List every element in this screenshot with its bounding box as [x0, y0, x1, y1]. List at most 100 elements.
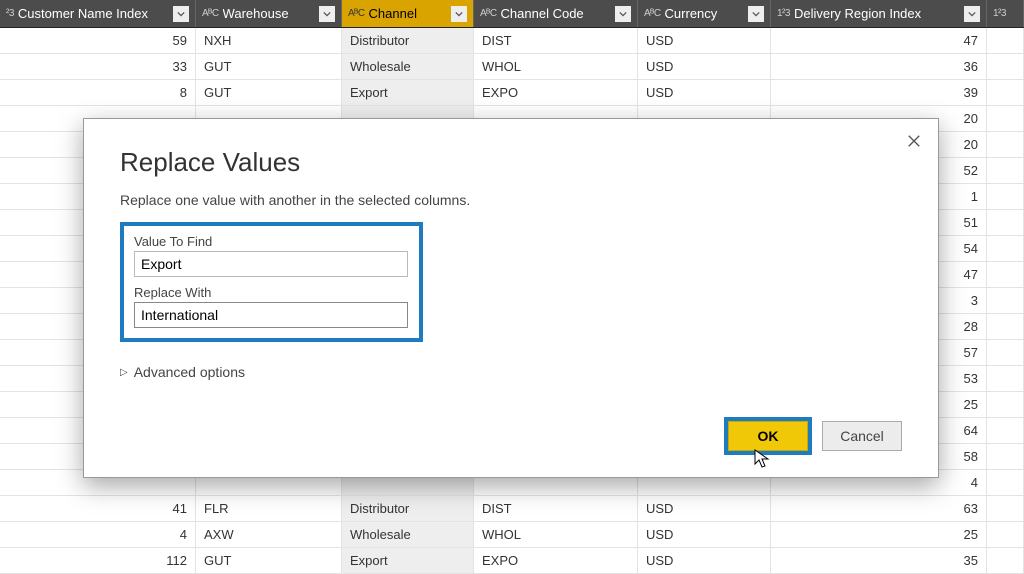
table-row[interactable]: 112GUTExportEXPOUSD35	[0, 548, 1024, 574]
table-cell[interactable]: Distributor	[342, 496, 474, 521]
table-cell[interactable]: 25	[771, 522, 987, 547]
ok-button[interactable]: OK	[728, 421, 808, 451]
table-cell[interactable]: USD	[638, 54, 771, 79]
column-header[interactable]: ²3 Customer Name Index	[0, 0, 196, 27]
table-row[interactable]: 8GUTExportEXPOUSD39	[0, 80, 1024, 106]
caret-right-icon: ▷	[120, 367, 128, 378]
column-label: Warehouse	[223, 6, 315, 21]
column-filter-icon[interactable]	[964, 6, 980, 22]
table-cell[interactable]	[987, 314, 1024, 339]
datatype-icon: AᴮC	[644, 8, 661, 19]
table-cell[interactable]: Distributor	[342, 28, 474, 53]
column-label: Currency	[665, 6, 744, 21]
table-cell[interactable]: Wholesale	[342, 54, 474, 79]
column-header[interactable]: 1²3	[987, 0, 1024, 27]
table-cell[interactable]	[987, 444, 1024, 469]
table-cell[interactable]: 41	[0, 496, 196, 521]
table-cell[interactable]: EXPO	[474, 80, 638, 105]
table-cell[interactable]: EXPO	[474, 548, 638, 573]
table-cell[interactable]: WHOL	[474, 522, 638, 547]
table-cell[interactable]	[987, 132, 1024, 157]
table-cell[interactable]: 4	[0, 522, 196, 547]
table-cell[interactable]: 47	[771, 28, 987, 53]
replace-values-dialog: Replace Values Replace one value with an…	[83, 118, 939, 478]
table-cell[interactable]	[987, 28, 1024, 53]
cancel-button[interactable]: Cancel	[822, 421, 902, 451]
dialog-footer: OK Cancel	[724, 417, 902, 455]
replace-with-label: Replace With	[134, 285, 409, 300]
table-cell[interactable]: GUT	[196, 80, 342, 105]
table-cell[interactable]: USD	[638, 548, 771, 573]
close-icon[interactable]	[900, 127, 928, 155]
table-cell[interactable]	[987, 470, 1024, 495]
column-label: Channel	[369, 6, 447, 21]
value-to-find-input[interactable]	[134, 251, 408, 277]
table-cell[interactable]: 36	[771, 54, 987, 79]
column-header-row: ²3Customer Name IndexAᴮCWarehouseAᴮCChan…	[0, 0, 1024, 28]
column-label: Customer Name Index	[18, 6, 169, 21]
column-filter-icon[interactable]	[615, 6, 631, 22]
table-cell[interactable]: AXW	[196, 522, 342, 547]
column-filter-icon[interactable]	[173, 6, 189, 22]
table-cell[interactable]: 8	[0, 80, 196, 105]
table-cell[interactable]: DIST	[474, 496, 638, 521]
ok-button-highlight: OK	[724, 417, 812, 455]
table-cell[interactable]: 112	[0, 548, 196, 573]
table-cell[interactable]: USD	[638, 522, 771, 547]
table-cell[interactable]	[987, 210, 1024, 235]
column-filter-icon[interactable]	[451, 6, 467, 22]
table-cell[interactable]	[987, 54, 1024, 79]
table-cell[interactable]	[987, 418, 1024, 443]
datatype-icon: 1²3	[777, 8, 790, 19]
table-cell[interactable]	[987, 522, 1024, 547]
column-filter-icon[interactable]	[319, 6, 335, 22]
table-cell[interactable]	[987, 496, 1024, 521]
column-header[interactable]: 1²3 Delivery Region Index	[771, 0, 987, 27]
column-filter-icon[interactable]	[748, 6, 764, 22]
table-cell[interactable]	[987, 548, 1024, 573]
replace-with-input[interactable]	[134, 302, 408, 328]
table-row[interactable]: 4AXWWholesaleWHOLUSD25	[0, 522, 1024, 548]
table-cell[interactable]	[987, 184, 1024, 209]
table-cell[interactable]: FLR	[196, 496, 342, 521]
table-cell[interactable]	[987, 236, 1024, 261]
table-cell[interactable]	[987, 392, 1024, 417]
table-cell[interactable]: 35	[771, 548, 987, 573]
table-cell[interactable]: USD	[638, 28, 771, 53]
table-cell[interactable]: 63	[771, 496, 987, 521]
table-cell[interactable]: 59	[0, 28, 196, 53]
column-header[interactable]: AᴮCChannel Code	[474, 0, 638, 27]
datatype-icon: 1²3	[993, 8, 1006, 19]
table-cell[interactable]	[987, 80, 1024, 105]
table-cell[interactable]	[987, 366, 1024, 391]
table-cell[interactable]: DIST	[474, 28, 638, 53]
column-header[interactable]: AᴮC Channel	[342, 0, 474, 27]
column-header[interactable]: AᴮC Currency	[638, 0, 771, 27]
table-cell[interactable]: 33	[0, 54, 196, 79]
column-header[interactable]: AᴮCWarehouse	[196, 0, 342, 27]
table-cell[interactable]: GUT	[196, 54, 342, 79]
advanced-options-toggle[interactable]: ▷ Advanced options	[120, 364, 902, 380]
table-cell[interactable]: WHOL	[474, 54, 638, 79]
table-cell[interactable]: USD	[638, 80, 771, 105]
table-cell[interactable]	[987, 262, 1024, 287]
table-cell[interactable]: 39	[771, 80, 987, 105]
table-row[interactable]: 33GUTWholesaleWHOLUSD36	[0, 54, 1024, 80]
table-cell[interactable]	[987, 340, 1024, 365]
table-cell[interactable]: USD	[638, 496, 771, 521]
table-cell[interactable]	[987, 288, 1024, 313]
table-cell[interactable]	[987, 106, 1024, 131]
table-cell[interactable]: NXH	[196, 28, 342, 53]
table-cell[interactable]: Export	[342, 548, 474, 573]
column-label: Delivery Region Index	[794, 6, 960, 21]
datatype-icon: AᴮC	[348, 8, 365, 19]
datatype-icon: AᴮC	[480, 8, 497, 19]
table-cell[interactable]	[987, 158, 1024, 183]
datatype-icon: ²3	[6, 8, 14, 19]
table-cell[interactable]: Export	[342, 80, 474, 105]
table-row[interactable]: 41FLRDistributorDISTUSD63	[0, 496, 1024, 522]
table-row[interactable]: 59NXHDistributorDISTUSD47	[0, 28, 1024, 54]
table-cell[interactable]: GUT	[196, 548, 342, 573]
input-highlight: Value To Find Replace With	[120, 222, 423, 342]
table-cell[interactable]: Wholesale	[342, 522, 474, 547]
